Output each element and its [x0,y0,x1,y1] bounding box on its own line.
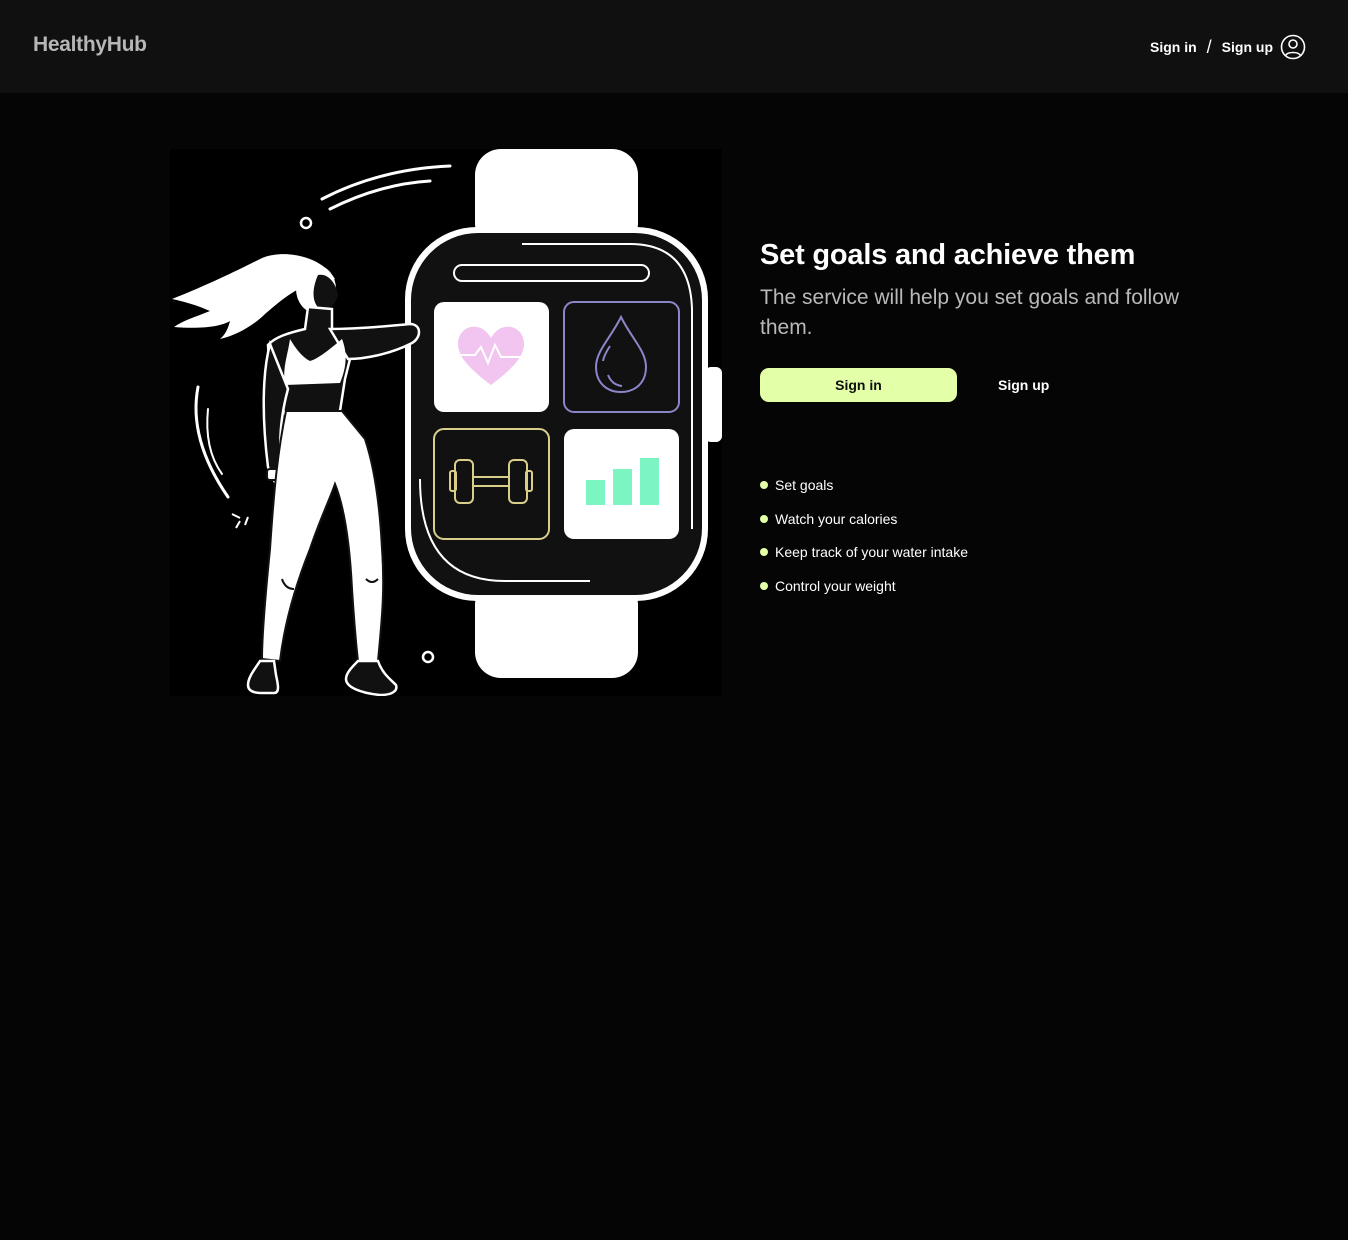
watch-screen [411,233,702,595]
feature-label: Set goals [775,477,834,493]
user-circle-icon[interactable] [1280,34,1306,60]
sparkle-icon [231,513,249,529]
feature-list: Set goals Watch your calories Keep track… [760,475,1240,596]
bullet-dot-icon [760,548,768,556]
top-header: HealthyHub Sign in / Sign up [0,0,1348,93]
list-item: Watch your calories [760,509,1240,529]
bullet-dot-icon [760,581,768,590]
decorative-arc [328,179,432,211]
list-item: Control your weight [760,576,1240,596]
decorative-circle [299,216,313,230]
sign-in-button[interactable]: Sign in [760,368,957,402]
auth-nav: Sign in / Sign up [1150,33,1306,61]
decorative-circle [421,650,435,664]
hero-content: Set goals and achieve them The service w… [760,236,1240,609]
list-item: Keep track of your water intake [760,542,1240,562]
hero-title: Set goals and achieve them [760,239,1136,271]
separator: / [1206,36,1212,57]
bullet-dot-icon [760,481,768,489]
header-sign-up-link[interactable]: Sign up [1222,39,1273,55]
hero-subtitle: The service will help you set goals and … [760,286,1180,339]
hero-illustration [170,149,722,697]
feature-label: Keep track of your water intake [775,544,968,560]
sign-up-button[interactable]: Sign up [998,377,1049,393]
cta-buttons: Sign in Sign up [760,368,1240,402]
header-sign-in-link[interactable]: Sign in [1150,39,1197,55]
woman-figure [172,254,421,697]
feature-label: Control your weight [775,577,896,594]
decorative-arc [320,164,452,201]
decorative-arc [194,385,230,499]
feature-label: Watch your calories [775,510,898,527]
list-item: Set goals [760,475,1240,495]
bullet-dot-icon [760,514,768,523]
logo[interactable]: HealthyHub [33,33,147,57]
